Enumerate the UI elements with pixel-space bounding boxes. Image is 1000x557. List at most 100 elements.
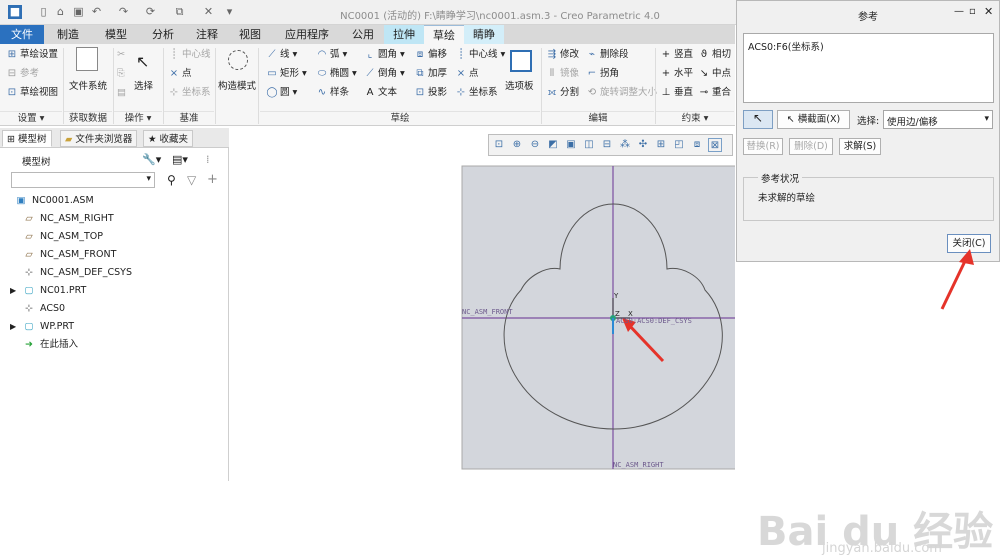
zoom-in-icon[interactable]: ⊕ xyxy=(510,138,524,152)
tab-9[interactable]: 草绘 xyxy=(424,25,464,44)
copy-icon[interactable]: ⎘ xyxy=(117,67,125,81)
graphics-window[interactable]: NC_ASM_FRONT NC_ASM_RIGHT ACS0:ACS0:DEF_… xyxy=(230,128,993,556)
spin-center-icon[interactable]: ✣ xyxy=(636,138,650,152)
tab-folder-browser[interactable]: ▰ 文件夹浏览器 xyxy=(60,130,138,147)
line-button[interactable]: ⟋ 线 ▾ xyxy=(266,48,298,62)
tree-item[interactable]: ▱ NC_ASM_FRONT xyxy=(22,246,116,264)
tree-item[interactable]: ▱ NC_ASM_RIGHT xyxy=(22,210,113,228)
solve-button[interactable]: 求解(S) xyxy=(839,138,881,155)
chamfer-button[interactable]: ⟋ 倒角 ▾ xyxy=(364,67,405,81)
dialog-titlebar[interactable]: 参考 — ▫ ✕ xyxy=(737,1,999,25)
fillet-button[interactable]: ⌞ 圆角 ▾ xyxy=(364,48,405,62)
tab-3[interactable]: 分析 xyxy=(140,25,186,44)
offset-button[interactable]: ⧈ 偏移 xyxy=(414,48,447,62)
tab-5[interactable]: 视图 xyxy=(228,25,272,44)
find-icon[interactable]: ⚲ xyxy=(167,173,176,187)
tree-filter-icon[interactable]: ⁞ xyxy=(206,153,210,166)
rectangle-button[interactable]: ▭ 矩形 ▾ xyxy=(266,67,307,81)
tab-6[interactable]: 应用程序 xyxy=(272,25,342,44)
divide-button[interactable]: ⟗ 分割 xyxy=(546,86,579,100)
repaint-icon[interactable]: ◩ xyxy=(546,138,560,152)
zoom-out-icon[interactable]: ⊖ xyxy=(528,138,542,152)
chevron-down-icon[interactable]: ▾ xyxy=(984,114,989,124)
perspective-icon[interactable]: ⧈ xyxy=(690,138,704,152)
datum-point-button[interactable]: × 点 xyxy=(168,67,192,81)
thicken-button[interactable]: ⧉ 加厚 xyxy=(414,67,447,81)
show-icon[interactable]: ▤▾ xyxy=(172,153,188,166)
coincident-constraint-button[interactable]: ⊸ 重合 xyxy=(698,86,731,100)
tab-model-tree[interactable]: ⊞ 模型树 xyxy=(2,130,52,147)
tree-settings-icon[interactable]: 🔧▾ xyxy=(142,153,161,166)
datum-centerline-button[interactable]: ┊ 中心线 xyxy=(168,48,211,62)
select-button[interactable]: 选择 xyxy=(134,80,153,94)
references-button[interactable]: ⊟ 参考 xyxy=(6,67,39,81)
expand-icon[interactable]: ▶ xyxy=(10,282,16,300)
group-operations[interactable]: 操作 ▾ xyxy=(114,111,162,125)
cross-section-button[interactable]: ↖ 横截面(X) xyxy=(777,110,850,129)
text-button[interactable]: A 文本 xyxy=(364,86,397,100)
tangent-constraint-button[interactable]: ϑ 相切 xyxy=(698,48,731,62)
sketch-canvas[interactable] xyxy=(230,128,766,481)
tab-10[interactable]: 睛睁 xyxy=(464,25,504,44)
view-manager-icon[interactable]: ◰ xyxy=(672,138,686,152)
vertical-constraint-button[interactable]: + 竖直 xyxy=(660,48,693,62)
tab-8[interactable]: 拉伸 xyxy=(384,25,424,44)
project-button[interactable]: ⊡ 投影 xyxy=(414,86,447,100)
reference-list[interactable]: ACS0:F6(坐标系) xyxy=(743,33,994,103)
tree-item[interactable]: ⊹ ACS0 xyxy=(22,300,65,318)
tree-item[interactable]: ➜ 在此插入 xyxy=(22,336,78,354)
cut-icon[interactable]: ✂ xyxy=(117,48,125,62)
tab-1[interactable]: 制造 xyxy=(44,25,92,44)
select-reference-button[interactable]: ↖ xyxy=(743,110,773,129)
midpoint-constraint-button[interactable]: ↘ 中点 xyxy=(698,67,731,81)
expand-icon[interactable]: ▶ xyxy=(10,318,16,336)
filter-icon[interactable]: ▽ xyxy=(187,173,196,187)
tree-item[interactable]: ▶ ▢ NC01.PRT xyxy=(10,282,86,300)
sketch-centerline-button[interactable]: ┊ 中心线 ▾ xyxy=(455,48,505,62)
tree-item[interactable]: ▣ NC0001.ASM xyxy=(14,192,94,210)
corner-button[interactable]: ⌐ 拐角 xyxy=(586,67,619,81)
tab-0[interactable]: 文件 xyxy=(0,25,44,44)
tab-7[interactable]: 公用 xyxy=(342,25,384,44)
tab-4[interactable]: 注释 xyxy=(186,25,228,44)
palette-button[interactable]: 选项板 xyxy=(505,80,534,94)
saved-views-icon[interactable]: ◫ xyxy=(582,138,596,152)
sketch-point-button[interactable]: × 点 xyxy=(455,67,479,81)
spline-button[interactable]: ∿ 样条 xyxy=(316,86,349,100)
sketch-csys-button[interactable]: ⊹ 坐标系 xyxy=(455,86,498,100)
minimize-icon[interactable]: — xyxy=(954,6,964,17)
mirror-button[interactable]: ⫴ 镜像 xyxy=(546,67,579,81)
arc-button[interactable]: ◠ 弧 ▾ xyxy=(316,48,348,62)
group-constrain[interactable]: 约束 ▾ xyxy=(656,111,734,125)
construction-mode-button[interactable]: 构造模式 xyxy=(218,80,256,94)
tab-favorites[interactable]: ★ 收藏夹 xyxy=(143,130,194,147)
tab-2[interactable]: 模型 xyxy=(92,25,140,44)
paste-icon[interactable]: ▤ xyxy=(117,86,126,100)
tree-item[interactable]: ▶ ▢ WP.PRT xyxy=(10,318,74,336)
tree-item[interactable]: ⊹ NC_ASM_DEF_CSYS xyxy=(22,264,132,282)
delete-button[interactable]: 删除(D) xyxy=(789,138,833,155)
chevron-down-icon[interactable]: ▾ xyxy=(146,174,151,184)
tree-item[interactable]: ▱ NC_ASM_TOP xyxy=(22,228,103,246)
datum-csys-button[interactable]: ⊹ 坐标系 xyxy=(168,86,211,100)
sketch-view-button[interactable]: ⊡ 草绘视图 xyxy=(6,86,58,100)
tree-search-input[interactable]: ▾ xyxy=(11,172,155,188)
reference-list-item[interactable]: ACS0:F6(坐标系) xyxy=(748,39,824,53)
close-icon[interactable]: ✕ xyxy=(984,5,993,18)
replace-button[interactable]: 替换(R) xyxy=(743,138,783,155)
perpendicular-constraint-button[interactable]: ⊥ 垂直 xyxy=(660,86,693,100)
add-icon[interactable]: + xyxy=(207,172,218,187)
display-style-icon[interactable]: ▣ xyxy=(564,138,578,152)
sketcher-display-icon[interactable]: ⊠ xyxy=(708,138,722,152)
annotation-display-icon[interactable]: ⊞ xyxy=(654,138,668,152)
maximize-icon[interactable]: ▫ xyxy=(969,6,976,17)
circle-button[interactable]: ◯ 圆 ▾ xyxy=(266,86,297,100)
horizontal-constraint-button[interactable]: + 水平 xyxy=(660,67,693,81)
file-system-button[interactable]: 文件系统 xyxy=(66,80,110,94)
datum-display-icon[interactable]: ⁂ xyxy=(618,138,632,152)
modify-button[interactable]: ⇶ 修改 xyxy=(546,48,579,62)
group-setup[interactable]: 设置 ▾ xyxy=(0,111,62,125)
sketch-setup-button[interactable]: ⊞ 草绘设置 xyxy=(6,48,58,62)
rotate-resize-button[interactable]: ⟲ 旋转调整大小 xyxy=(586,86,657,100)
refit-icon[interactable]: ⊡ xyxy=(492,138,506,152)
